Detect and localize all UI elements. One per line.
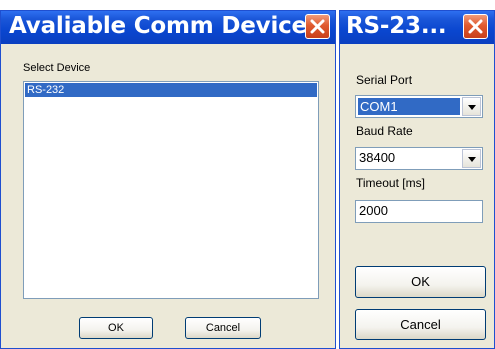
comm-devices-titlebar[interactable]: Avaliable Comm Devices [1,11,335,44]
timeout-label: Timeout [ms] [356,176,425,190]
timeout-input[interactable]: 2000 [355,200,483,223]
rs232-ok-button[interactable]: OK [355,266,486,298]
baud-rate-select[interactable]: 38400 [355,147,483,170]
rs232-settings-dialog: RS-23... Serial Port COM1 Baud Rate 3840… [339,10,495,349]
ok-button[interactable]: OK [79,317,153,339]
cancel-button[interactable]: Cancel [185,317,261,339]
close-button[interactable] [305,14,330,39]
rs232-cancel-button[interactable]: Cancel [355,309,486,340]
device-list[interactable]: RS-232 [23,81,319,299]
chevron-down-icon[interactable] [462,97,481,116]
rs232-titlebar[interactable]: RS-23... [340,11,494,44]
rs232-close-button[interactable] [463,14,488,39]
comm-devices-dialog: Avaliable Comm Devices Select Device RS-… [0,10,336,349]
timeout-value: 2000 [359,203,388,218]
serial-port-label: Serial Port [356,73,413,87]
chevron-down-icon[interactable] [462,149,481,168]
serial-port-value: COM1 [358,98,460,115]
serial-port-select[interactable]: COM1 [355,95,483,118]
close-icon [310,19,325,34]
comm-devices-title: Avaliable Comm Devices [9,13,321,39]
baud-rate-label: Baud Rate [356,124,413,138]
device-item-rs232[interactable]: RS-232 [25,83,317,97]
rs232-title: RS-23... [346,13,447,39]
close-icon [468,19,483,34]
baud-rate-value: 38400 [359,150,396,165]
select-device-label: Select Device [23,62,91,74]
